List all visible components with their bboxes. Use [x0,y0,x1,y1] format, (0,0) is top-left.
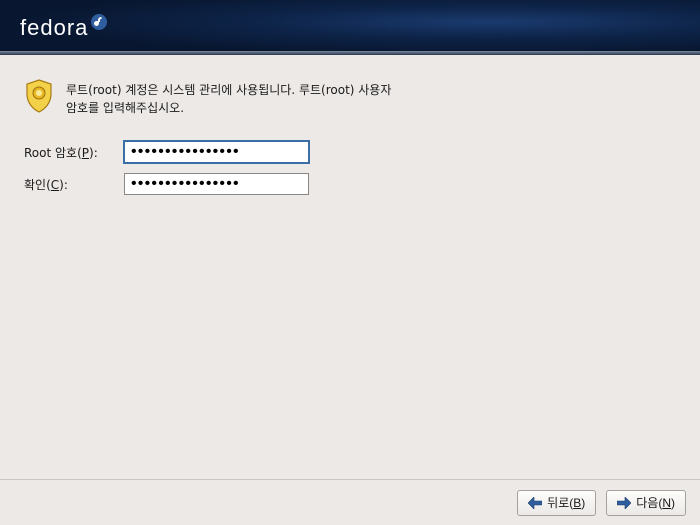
confirm-password-input[interactable] [124,173,309,195]
confirm-row: 확인(C): [24,173,640,195]
back-button[interactable]: 뒤로(B) [517,490,596,516]
footer-nav: 뒤로(B) 다음(N) [0,479,700,525]
fedora-logo: fedora [20,15,108,41]
arrow-left-icon [528,497,542,509]
confirm-password-label: 확인(C): [24,176,124,193]
brand-text: fedora [20,15,88,41]
main-content: 루트(root) 계정은 시스템 관리에 사용됩니다. 루트(root) 사용자… [0,55,700,195]
root-shield-icon [24,79,54,113]
root-password-input[interactable] [124,141,309,163]
fedora-bubble-icon [90,13,108,31]
info-row: 루트(root) 계정은 시스템 관리에 사용됩니다. 루트(root) 사용자… [24,81,640,117]
installer-header: fedora [0,0,700,55]
next-button[interactable]: 다음(N) [606,490,686,516]
back-button-label: 뒤로(B) [547,494,585,511]
password-row: Root 암호(P): [24,141,640,163]
next-button-label: 다음(N) [636,494,675,511]
info-text: 루트(root) 계정은 시스템 관리에 사용됩니다. 루트(root) 사용자… [66,81,406,117]
arrow-right-icon [617,497,631,509]
root-password-label: Root 암호(P): [24,144,124,161]
